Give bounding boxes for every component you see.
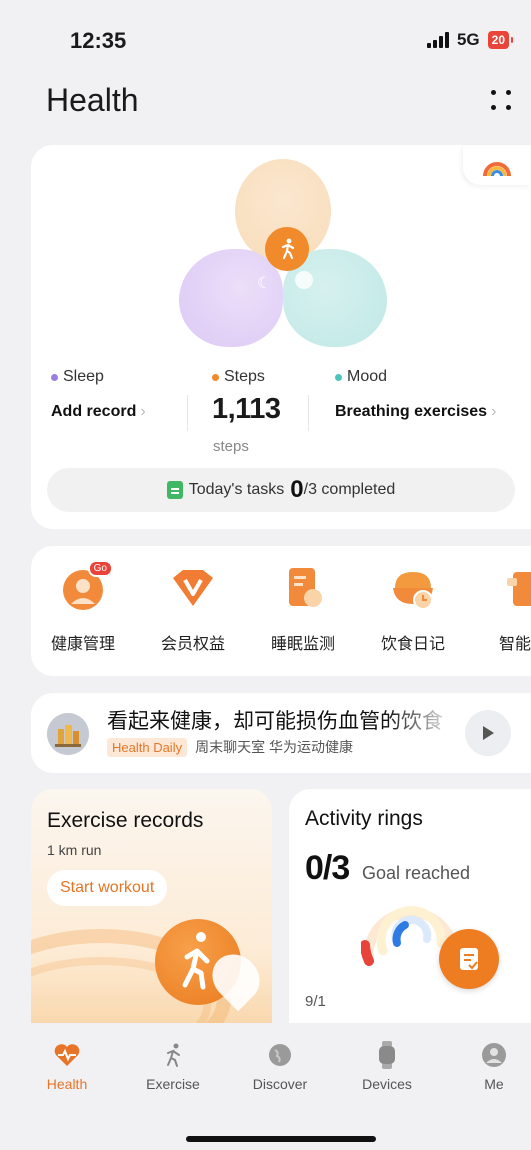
chevron-right-icon: ›	[140, 403, 146, 420]
globe-icon	[266, 1041, 294, 1069]
article-thumbnail	[47, 713, 89, 755]
nav-devices[interactable]: Devices	[347, 1041, 427, 1092]
signal-icon	[426, 32, 449, 48]
article-source: 周末聊天室 华为运动健康	[195, 739, 353, 755]
nav-exercise[interactable]: Exercise	[133, 1041, 213, 1092]
add-sleep-record-link[interactable]: Add record ›	[51, 403, 146, 421]
smile-icon	[295, 271, 313, 289]
go-badge: Go	[87, 560, 113, 577]
heart-pulse-icon	[53, 1041, 81, 1069]
sleep-monitor-icon: z	[279, 564, 327, 612]
services-row: Go 健康管理 会员权益 z 睡眠监测 饮食日记 智能	[31, 546, 531, 676]
mood-label: Mood	[335, 368, 387, 386]
page-title: Health	[46, 82, 139, 118]
activity-date: 9/1	[305, 993, 326, 1010]
play-button[interactable]	[465, 710, 511, 756]
exercise-title: Exercise records	[47, 809, 204, 832]
running-icon	[265, 227, 309, 271]
start-workout-button[interactable]: Start workout	[47, 870, 168, 906]
chevron-right-icon: ›	[491, 403, 497, 420]
status-bar: 12:35 5G 20	[0, 0, 531, 80]
svg-text:z: z	[309, 574, 314, 585]
play-icon	[483, 726, 494, 740]
steps-unit: steps	[213, 438, 249, 455]
service-membership[interactable]: 会员权益	[145, 564, 241, 654]
moon-icon: ☾	[257, 275, 272, 292]
smart-device-icon	[499, 564, 531, 612]
article-title: 看起来健康，却可能损伤血管的饮食	[107, 710, 443, 733]
health-daily-article[interactable]: 看起来健康，却可能损伤血管的饮食 Health Daily 周末聊天室 华为运动…	[31, 693, 531, 773]
sleep-petal	[179, 249, 283, 347]
diet-diary-icon	[389, 564, 437, 612]
rainbow-button[interactable]	[463, 145, 531, 185]
user-icon	[480, 1041, 508, 1069]
service-diet-diary[interactable]: 饮食日记	[365, 564, 461, 654]
todays-tasks-bar[interactable]: Today's tasks 0/3 completed	[47, 468, 515, 512]
nav-discover[interactable]: Discover	[240, 1041, 320, 1092]
service-smart-device[interactable]: 智能冰	[475, 564, 531, 654]
notes-icon	[460, 948, 478, 970]
sleep-label: Sleep	[51, 368, 104, 386]
rainbow-icon	[483, 162, 511, 177]
battery-icon: 20	[487, 31, 514, 49]
network-type: 5G	[456, 30, 480, 49]
tasks-done-count: 0	[290, 476, 304, 503]
status-indicators: 5G 20	[426, 30, 514, 50]
runner-icon	[159, 1041, 187, 1069]
nav-health[interactable]: Health	[27, 1041, 107, 1092]
divider	[187, 395, 188, 431]
home-indicator[interactable]	[186, 1136, 376, 1142]
activity-goal-label: Goal reached	[362, 863, 471, 883]
divider	[308, 395, 309, 431]
membership-icon	[169, 564, 217, 612]
bottom-navigation: Health Exercise Discover Devices Me	[0, 1023, 531, 1150]
records-fab-button[interactable]	[439, 929, 499, 989]
tasks-total: /3 completed	[303, 481, 396, 498]
status-time: 12:35	[70, 28, 127, 53]
breathing-exercises-link[interactable]: Breathing exercises ›	[335, 403, 496, 421]
task-document-icon	[166, 481, 183, 499]
health-petals-graphic[interactable]: ☾	[179, 159, 389, 349]
service-health-management[interactable]: Go 健康管理	[35, 560, 131, 654]
article-meta: Health Daily 周末聊天室 华为运动健康	[107, 737, 353, 757]
activity-title: Activity rings	[305, 807, 423, 830]
exercise-subtitle: 1 km run	[47, 842, 102, 858]
steps-value[interactable]: 1,113	[212, 393, 281, 426]
nav-me[interactable]: Me	[454, 1041, 531, 1092]
service-sleep-monitor[interactable]: z 睡眠监测	[255, 564, 351, 654]
health-summary-card[interactable]: ☾ Sleep Steps Mood Add record › 1,113 ste…	[31, 145, 531, 529]
steps-label: Steps	[212, 368, 265, 386]
article-tag: Health Daily	[107, 737, 188, 757]
health-management-icon: Go	[59, 560, 113, 612]
more-options-icon[interactable]	[487, 86, 513, 112]
exercise-records-card[interactable]: Exercise records 1 km run Start workout	[31, 789, 272, 1023]
activity-count: 0/3	[305, 849, 350, 887]
activity-rings-card[interactable]: Activity rings 0/3 Goal reached 9/1	[289, 789, 531, 1023]
watch-icon	[373, 1041, 401, 1069]
